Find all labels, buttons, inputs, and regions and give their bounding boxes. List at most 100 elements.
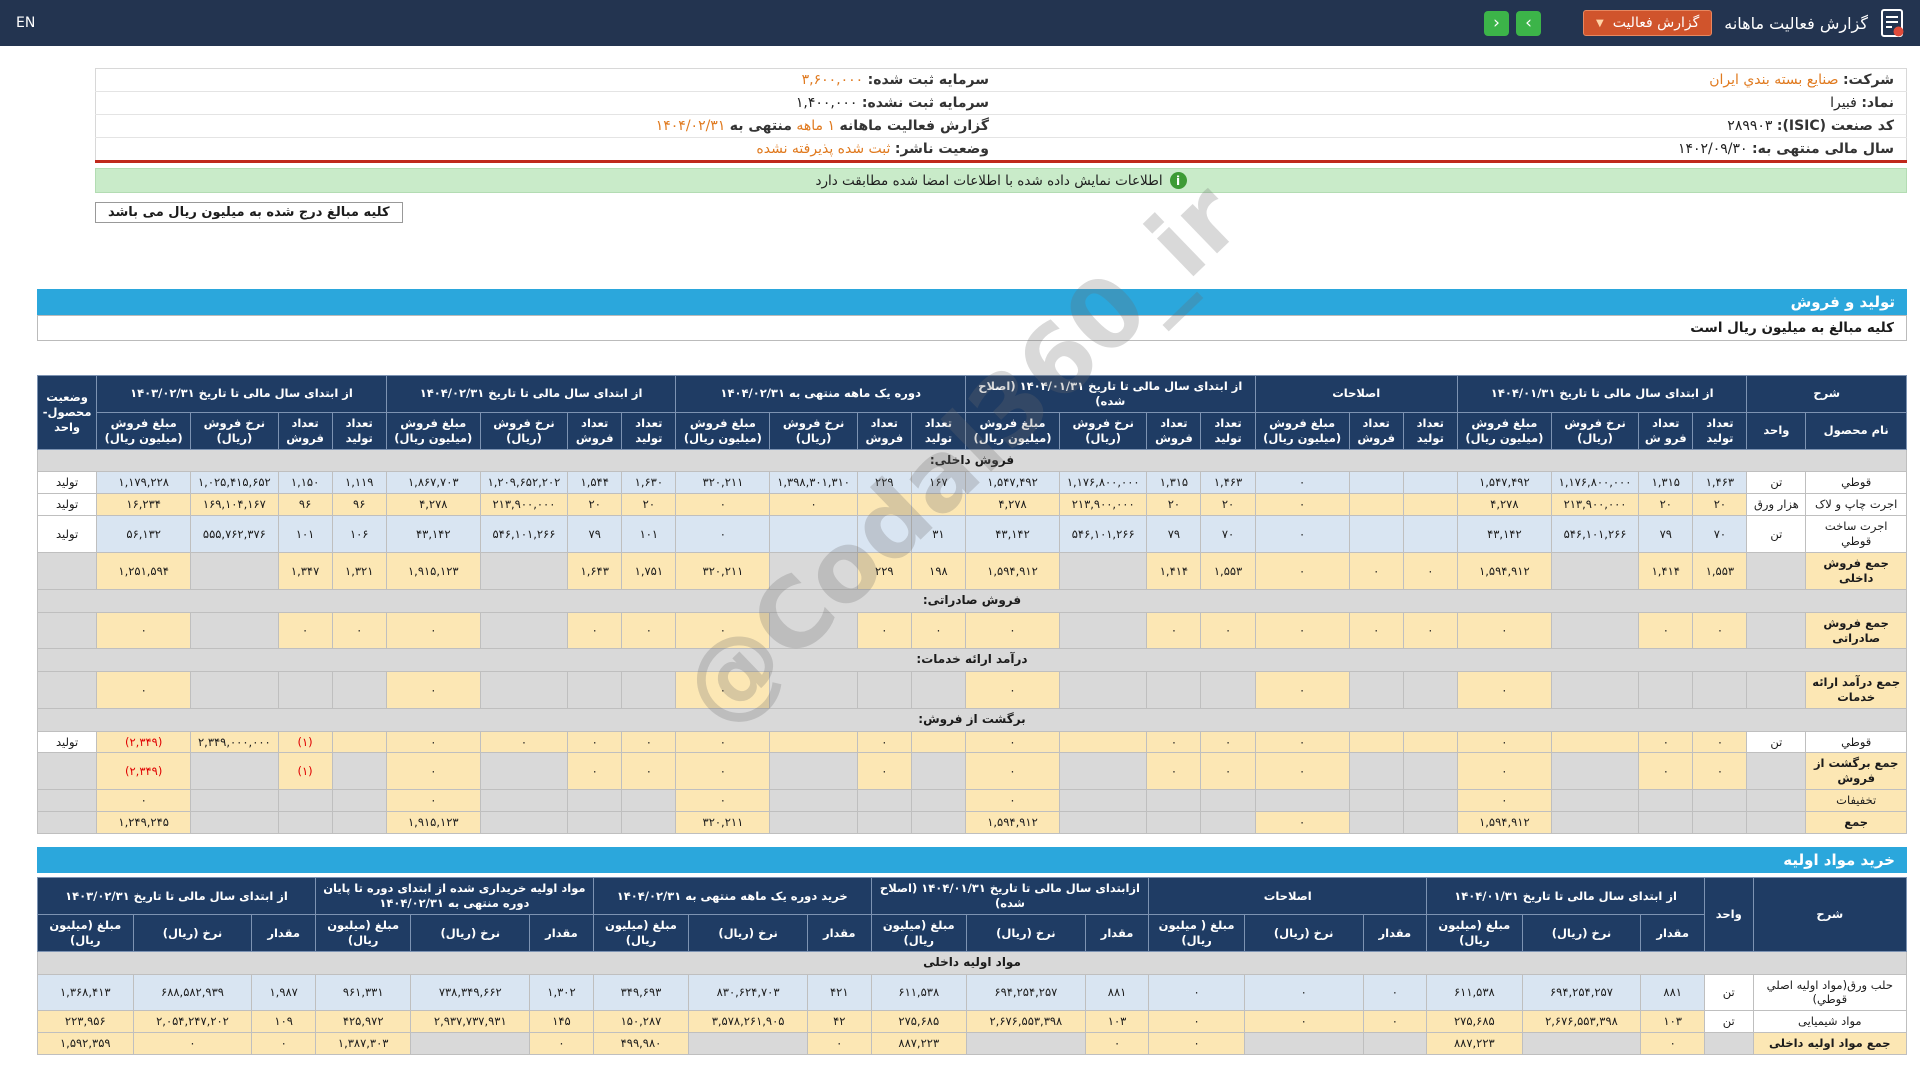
- company-name-link[interactable]: صنايع بسته بندي ايران: [1709, 72, 1838, 88]
- value-cell: ۳۴۹,۶۹۳: [592, 973, 690, 1012]
- value-cell: [331, 811, 387, 835]
- column-header: تعداد فروش: [1146, 411, 1202, 450]
- value-cell: [331, 730, 387, 754]
- topbar: گزارش فعالیت ماهانه گزارش فعالیت ▼ › ‹ E…: [0, 0, 1920, 46]
- row-label-cell: اجرت چاپ و لاک: [1805, 493, 1907, 517]
- value-cell: [1550, 552, 1640, 590]
- column-group-header: اصلاحات: [1254, 375, 1458, 413]
- value-cell: ۰: [1254, 552, 1350, 590]
- value-cell: ۰: [1200, 752, 1256, 791]
- prev-report-button[interactable]: ‹: [1484, 10, 1509, 36]
- value-cell: ۹۶۱,۳۳۱: [314, 973, 412, 1012]
- value-cell: ۰: [1146, 752, 1202, 791]
- value-cell: ۲۷۵,۶۸۵: [870, 1010, 967, 1034]
- value-cell: ۰: [331, 611, 387, 650]
- value-cell: ۳,۵۷۸,۲۶۱,۹۰۵: [688, 1010, 808, 1034]
- value-cell: ۰: [965, 730, 1060, 754]
- value-cell: ۰: [385, 730, 481, 754]
- column-header: نرخ فروش (ریال): [1058, 411, 1148, 450]
- value-cell: ۰: [385, 611, 481, 650]
- value-cell: ۰: [1638, 730, 1694, 754]
- value-cell: [621, 789, 677, 813]
- column-header: نرخ (ریال): [965, 914, 1086, 952]
- value-cell: [910, 811, 967, 835]
- value-cell: [1348, 471, 1404, 495]
- value-cell: ۲۱۳,۹۰۰,۰۰۰: [1058, 493, 1148, 517]
- report-period-length: ۱ ماهه: [796, 118, 836, 134]
- column-group-header: مواد اولیه خریداری شده از ابتدای دوره تا…: [314, 877, 594, 916]
- value-cell: [1692, 671, 1748, 709]
- value-cell: [1402, 789, 1458, 813]
- fiscal-year-value: ۱۴۰۲/۰۹/۳۰: [1677, 141, 1748, 157]
- value-cell: [1348, 789, 1404, 813]
- column-header: تعداد تولید: [1200, 411, 1256, 450]
- value-cell: ۵۴۶,۱۰۱,۲۶۶: [479, 515, 569, 554]
- report-content: @Codal360_ir تولید و فروش کلیه مبالغ به …: [36, 162, 1908, 1056]
- value-cell: ۲۰: [567, 493, 623, 517]
- data-row: اجرت چاپ و لاک هزار ورق ۲۰ ۲۰ ۲۱۳,۹۰۰,۰۰۰ ۴,۲…: [36, 493, 1907, 517]
- production-sales-table: شرح از ابتدای سال مالی تا تاریخ ۱۴۰۴/۰۱/۳…: [36, 375, 1907, 835]
- value-cell: ۰: [1148, 1032, 1245, 1056]
- column-header: مقدار: [1084, 914, 1150, 952]
- value-cell: ۱,۶۴۳: [567, 552, 623, 590]
- column-header: نرخ فروش (ریال): [769, 411, 858, 450]
- report-type-button[interactable]: گزارش فعالیت ▼: [1583, 10, 1713, 36]
- value-cell: ۶۹۴,۲۵۴,۲۵۷: [965, 973, 1086, 1012]
- value-cell: ۰: [1402, 611, 1458, 650]
- data-row: مواد شیمیایی تن ۱۰۳ ۲,۶۷۶,۵۵۳,۳۹۸ ۲۷۵,۶۸۵ ۰ ۰ ۰…: [37, 1010, 1908, 1034]
- value-cell: ۰: [1456, 730, 1552, 754]
- value-cell: [1402, 471, 1458, 495]
- column-group-header: وضعیت محصول-واحد: [36, 375, 98, 450]
- symbol-cell: نماد: فبيرا: [1001, 91, 1907, 115]
- value-cell: [856, 671, 912, 709]
- registered-capital-label: سرمایه ثبت شده:: [867, 72, 989, 88]
- value-cell: ۱۰۹: [251, 1010, 316, 1034]
- value-cell: ۰: [1254, 611, 1350, 650]
- value-cell: [1692, 811, 1748, 835]
- value-cell: [277, 789, 333, 813]
- issuer-status-cell: وضعیت ناشر: ثبت شده پذیرفته نشده: [95, 137, 1001, 162]
- column-group-header: اصلاحات: [1148, 877, 1428, 916]
- value-cell: ۱,۵۹۴,۹۱۲: [965, 552, 1060, 590]
- value-cell: ۰: [385, 789, 481, 813]
- value-cell: ۰: [529, 1032, 594, 1056]
- value-cell: [769, 730, 858, 754]
- chevron-down-icon: ▼: [1596, 17, 1604, 29]
- data-row: جمع فروش صادراتی ۰ ۰ ۰ ۰ ۰ ۰ ۰ ۰ ۰ ۰ ۰ ۰ ۰ ۰ ۰ ۰ ۰ ۰: [36, 611, 1907, 650]
- column-header: مبلغ (میلیون ریال): [37, 914, 134, 952]
- value-cell: [479, 752, 569, 791]
- column-header: مبلغ (میلیون ریال): [592, 914, 690, 952]
- value-cell: ۰: [1456, 789, 1552, 813]
- value-cell: [190, 752, 279, 791]
- value-cell: ۷۰: [1200, 515, 1256, 554]
- column-group-header: شرح: [1752, 877, 1908, 952]
- value-cell: ۰: [1692, 752, 1748, 791]
- value-cell: ۱,۳۱۵: [1638, 471, 1694, 495]
- data-row: جمع درآمد ارائه خدمات ۰ ۰ ۰ ۰ ۰ ۰: [36, 671, 1907, 709]
- column-header: تعداد فروش: [277, 411, 333, 450]
- value-cell: ۰: [385, 671, 481, 709]
- column-header: نام محصول: [1805, 411, 1907, 450]
- value-cell: [1200, 671, 1256, 709]
- column-group-header: از ابتدای سال مالی تا تاریخ ۱۴۰۳/۰۲/۳۱: [37, 877, 316, 916]
- info-row: شرکت: صنايع بسته بندي ايران سرمایه ثبت ش…: [96, 69, 1907, 92]
- column-header: مبلغ (میلیون ریال): [1426, 914, 1523, 952]
- language-toggle-en[interactable]: EN: [16, 15, 35, 31]
- value-cell: ۰: [1402, 552, 1458, 590]
- value-cell: ۰: [621, 752, 677, 791]
- value-cell: ۲,۳۴۹,۰۰۰,۰۰۰: [190, 730, 279, 754]
- value-cell: ۰: [856, 611, 912, 650]
- value-cell: [1550, 811, 1640, 835]
- unregistered-capital-label: سرمایه ثبت نشده:: [861, 95, 989, 111]
- column-header: تعداد فروش: [567, 411, 623, 450]
- value-cell: [1638, 789, 1694, 813]
- value-cell: ۰: [806, 1032, 872, 1056]
- column-group-header: شرح: [1746, 375, 1907, 413]
- value-cell: [190, 671, 279, 709]
- value-cell: ۲۰: [1146, 493, 1202, 517]
- next-report-button[interactable]: ›: [1516, 10, 1541, 36]
- value-cell: [1348, 671, 1404, 709]
- value-cell: ۲,۰۵۴,۲۴۷,۲۰۲: [132, 1010, 253, 1034]
- header-group-row: شرح از ابتدای سال مالی تا تاریخ ۱۴۰۴/۰۱/۳…: [36, 375, 1907, 450]
- column-header: نرخ (ریال): [1243, 914, 1364, 952]
